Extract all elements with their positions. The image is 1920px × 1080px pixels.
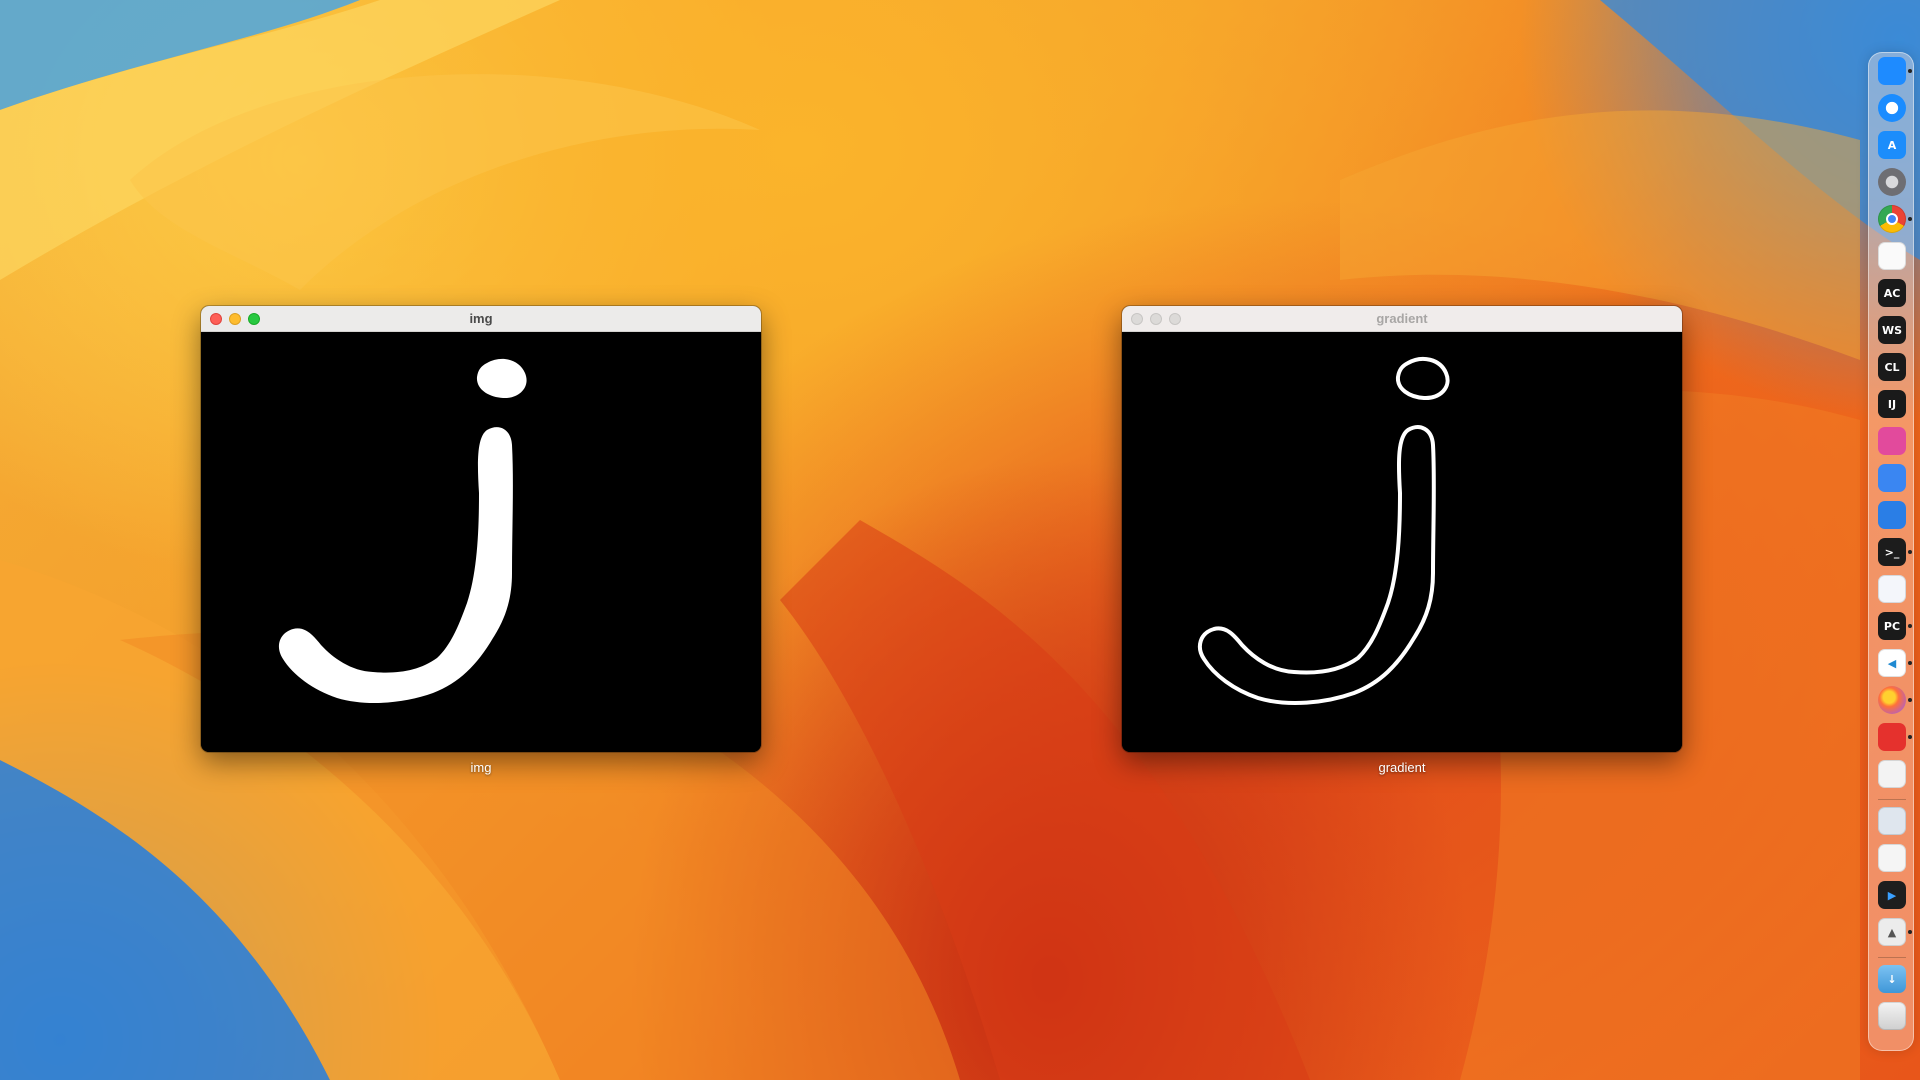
img-window-title: img bbox=[469, 311, 493, 326]
photos-icon[interactable] bbox=[1878, 844, 1906, 872]
dock-separator bbox=[1878, 799, 1906, 800]
close-button[interactable] bbox=[1131, 313, 1143, 325]
running-indicator bbox=[1908, 735, 1912, 739]
running-indicator bbox=[1908, 69, 1912, 73]
dock-separator bbox=[1878, 957, 1906, 958]
running-indicator bbox=[1908, 217, 1912, 221]
close-button[interactable] bbox=[210, 313, 222, 325]
gradient-window-titlebar[interactable]: gradient bbox=[1122, 306, 1682, 332]
firefox-icon[interactable] bbox=[1878, 686, 1906, 714]
vscode-icon[interactable]: ◀ bbox=[1878, 649, 1906, 677]
appcode-icon[interactable]: AC bbox=[1878, 279, 1906, 307]
zoom-button[interactable] bbox=[248, 313, 260, 325]
folder-icon[interactable]: ↓ bbox=[1878, 965, 1906, 993]
rocket-icon[interactable]: ▲ bbox=[1878, 918, 1906, 946]
chrome-icon[interactable] bbox=[1878, 205, 1906, 233]
window-controls bbox=[1131, 313, 1181, 325]
launchpad-icon[interactable] bbox=[1878, 760, 1906, 788]
img-window[interactable]: img bbox=[201, 306, 761, 752]
gear-icon[interactable] bbox=[1878, 168, 1906, 196]
gradient-window-title: gradient bbox=[1376, 311, 1428, 326]
1password-icon[interactable] bbox=[1878, 575, 1906, 603]
notes-icon[interactable] bbox=[1878, 242, 1906, 270]
running-indicator bbox=[1908, 550, 1912, 554]
preview-icon[interactable] bbox=[1878, 807, 1906, 835]
gradient-window[interactable]: gradient bbox=[1122, 306, 1682, 752]
window-controls bbox=[210, 313, 260, 325]
img-window-label: img bbox=[470, 760, 492, 775]
running-indicator bbox=[1908, 698, 1912, 702]
dock: A AC WS CL IJ >_ PC ◀ ▶ ▲ ↓ bbox=[1868, 52, 1914, 1051]
clion-icon[interactable]: CL bbox=[1878, 353, 1906, 381]
finder-icon[interactable] bbox=[1878, 57, 1906, 85]
gradient-canvas bbox=[1122, 333, 1682, 752]
recorder-icon[interactable] bbox=[1878, 723, 1906, 751]
zoom-button[interactable] bbox=[1169, 313, 1181, 325]
mountain-icon[interactable] bbox=[1878, 501, 1906, 529]
minimize-button[interactable] bbox=[1150, 313, 1162, 325]
trash-icon[interactable] bbox=[1878, 1002, 1906, 1030]
gradient-window-label: gradient bbox=[1378, 760, 1426, 775]
running-indicator bbox=[1908, 661, 1912, 665]
terminal-icon[interactable]: >_ bbox=[1878, 538, 1906, 566]
cleanmymac-icon[interactable] bbox=[1878, 427, 1906, 455]
pycharm-icon[interactable]: PC bbox=[1878, 612, 1906, 640]
img-canvas bbox=[201, 333, 761, 752]
safari-icon[interactable] bbox=[1878, 94, 1906, 122]
play-icon[interactable]: ▶ bbox=[1878, 881, 1906, 909]
running-indicator bbox=[1908, 930, 1912, 934]
img-window-titlebar[interactable]: img bbox=[201, 306, 761, 332]
xcode-icon[interactable] bbox=[1878, 464, 1906, 492]
webstorm-icon[interactable]: WS bbox=[1878, 316, 1906, 344]
minimize-button[interactable] bbox=[229, 313, 241, 325]
app-store-icon[interactable]: A bbox=[1878, 131, 1906, 159]
running-indicator bbox=[1908, 624, 1912, 628]
intellij-icon[interactable]: IJ bbox=[1878, 390, 1906, 418]
